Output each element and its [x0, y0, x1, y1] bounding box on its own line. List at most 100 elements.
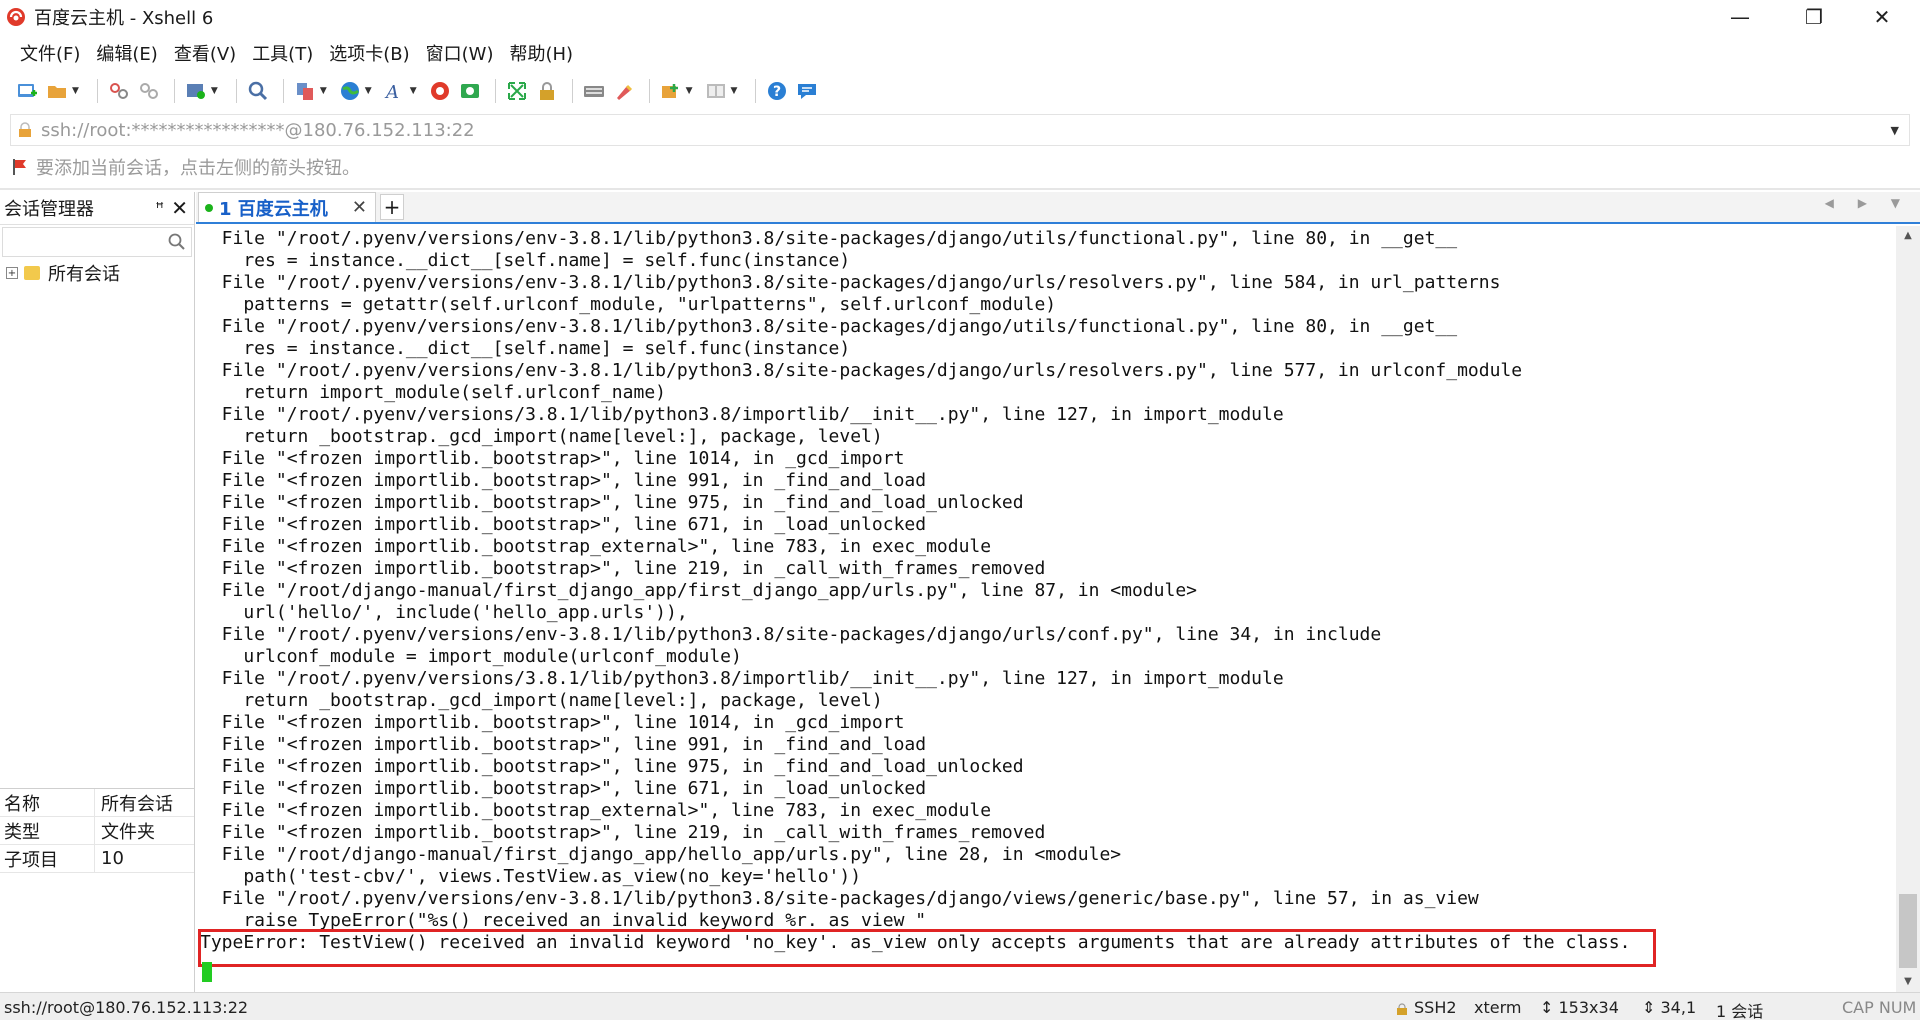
hint-bar: 要添加当前会话，点击左侧的箭头按钮。 — [10, 152, 360, 182]
help-icon[interactable]: ? — [764, 78, 790, 104]
terminal-line: File "/root/.pyenv/versions/3.8.1/lib/py… — [200, 404, 1284, 425]
tab-session-1[interactable]: 1 百度云主机 ✕ — [198, 192, 376, 222]
tab-strip: 1 百度云主机 ✕ + ◀ ▶ ▼ — [196, 192, 1920, 224]
layout-icon[interactable] — [703, 78, 729, 104]
lock-icon — [19, 122, 31, 137]
status-cursor-pos: ⇕ 34,1 — [1642, 998, 1696, 1017]
menu-bar: 文件(F) 编辑(E) 查看(V) 工具(T) 选项卡(B) 窗口(W) 帮助(… — [0, 36, 1920, 70]
minimize-button[interactable]: — — [1710, 0, 1770, 34]
terminal-line: File "/root/.pyenv/versions/env-3.8.1/li… — [200, 360, 1523, 381]
globe-icon[interactable] — [337, 78, 363, 104]
chat-icon[interactable] — [794, 78, 820, 104]
compose-dropdown-icon[interactable]: ▼ — [686, 86, 693, 96]
new-tab-button[interactable]: + — [380, 194, 404, 220]
terminal-line: File "/root/.pyenv/versions/env-3.8.1/li… — [200, 228, 1458, 249]
pin-icon[interactable]: ꟸ — [155, 199, 164, 217]
properties-table: 名称 所有会话 类型 文件夹 子项目 10 — [0, 788, 194, 873]
font-dropdown-icon[interactable]: ▼ — [410, 86, 417, 96]
properties-icon[interactable] — [183, 78, 209, 104]
terminal-line: File "<frozen importlib._bootstrap>", li… — [200, 514, 927, 535]
connected-status-icon — [205, 203, 213, 212]
address-bar[interactable]: ssh://root:*****************@180.76.152.… — [10, 114, 1910, 146]
ssh-lock-icon — [1397, 1002, 1407, 1015]
title-bar: 百度云主机 - Xshell 6 — ❐ ✕ — [0, 0, 1920, 34]
terminal-line: File "/root/.pyenv/versions/env-3.8.1/li… — [200, 272, 1501, 293]
scroll-thumb[interactable] — [1899, 894, 1917, 968]
hint-text: 要添加当前会话，点击左侧的箭头按钮。 — [36, 158, 360, 179]
terminal-line: return import_module(self.urlconf_name) — [200, 382, 666, 403]
search-icon[interactable] — [167, 232, 187, 252]
terminal-line: File "<frozen importlib._bootstrap>", li… — [200, 712, 905, 733]
close-panel-button[interactable]: ✕ — [171, 196, 188, 220]
status-cursor-label: 34,1 — [1660, 998, 1697, 1017]
keyboard-icon[interactable] — [581, 78, 607, 104]
session-manager-panel: 会话管理器 ꟸ ✕ + 所有会话 名称 所有会话 类型 文件夹 子项目 10 — [0, 192, 195, 992]
menu-file[interactable]: 文件(F) — [12, 40, 88, 66]
cursor-pos-icon: ⇕ — [1642, 998, 1661, 1017]
xmanager-icon[interactable] — [457, 78, 483, 104]
toolbar-separator — [173, 79, 175, 103]
open-folder-icon[interactable] — [44, 78, 70, 104]
status-terminal-type: xterm — [1474, 998, 1522, 1017]
connect-icon[interactable] — [106, 78, 132, 104]
toolbar: ▼ ▼ ▼ ▼ A ▼ ▼ ▼ ? — [0, 74, 1920, 108]
property-row: 类型 文件夹 — [0, 817, 194, 845]
menu-edit[interactable]: 编辑(E) — [88, 40, 165, 66]
scroll-down-icon[interactable]: ▼ — [1896, 972, 1920, 992]
terminal-line: File "<frozen importlib._bootstrap>", li… — [200, 778, 927, 799]
terminal-line: path('test-cbv/', views.TestView.as_view… — [200, 866, 862, 887]
lock-icon[interactable] — [534, 78, 560, 104]
terminal-line: File "<frozen importlib._bootstrap>", li… — [200, 756, 1024, 777]
new-session-icon[interactable] — [14, 78, 40, 104]
terminal-line: return _bootstrap._gcd_import(name[level… — [200, 690, 883, 711]
scroll-up-icon[interactable]: ▲ — [1896, 226, 1920, 246]
menu-help[interactable]: 帮助(H) — [501, 40, 581, 66]
menu-tools[interactable]: 工具(T) — [244, 40, 321, 66]
menu-view[interactable]: 查看(V) — [166, 40, 244, 66]
terminal-line: File "/root/django-manual/first_django_a… — [200, 580, 1197, 601]
expand-icon[interactable]: + — [6, 267, 18, 279]
property-key: 类型 — [0, 817, 95, 844]
tab-navigation-icons[interactable]: ◀ ▶ ▼ — [1825, 196, 1910, 210]
open-dropdown-icon[interactable]: ▼ — [72, 86, 79, 96]
properties-dropdown-icon[interactable]: ▼ — [211, 86, 218, 96]
toolbar-separator — [235, 79, 237, 103]
layout-dropdown-icon[interactable]: ▼ — [731, 86, 738, 96]
tree-item-label: 所有会话 — [48, 264, 120, 285]
status-protocol-label: SSH2 — [1414, 998, 1457, 1017]
highlight-icon[interactable] — [611, 78, 637, 104]
tab-close-button[interactable]: ✕ — [352, 197, 367, 218]
add-session-arrow-icon[interactable] — [10, 157, 30, 177]
tree-item-all-sessions[interactable]: + 所有会话 — [0, 259, 194, 287]
toolbar-separator — [96, 79, 98, 103]
terminal-output[interactable]: TypeError: TestView() received an invali… — [196, 226, 1896, 992]
terminal-line: urlconf_module = import_module(urlconf_m… — [200, 646, 742, 667]
terminal-line: File "<frozen importlib._bootstrap>", li… — [200, 558, 1046, 579]
toolbar-separator — [494, 79, 496, 103]
copy-dropdown-icon[interactable]: ▼ — [320, 86, 327, 96]
xftp-icon[interactable] — [427, 78, 453, 104]
status-connection: ssh://root@180.76.152.113:22 — [4, 998, 249, 1017]
maximize-button[interactable]: ❐ — [1784, 0, 1844, 34]
fullscreen-icon[interactable] — [504, 78, 530, 104]
font-icon[interactable]: A — [382, 78, 408, 104]
status-size-label: 153x34 — [1558, 998, 1619, 1017]
toolbar-separator — [755, 79, 757, 103]
find-icon[interactable] — [245, 78, 271, 104]
menu-window[interactable]: 窗口(W) — [418, 40, 502, 66]
globe-dropdown-icon[interactable]: ▼ — [365, 86, 372, 96]
address-input[interactable]: ssh://root:*****************@180.76.152.… — [41, 120, 475, 141]
toolbar-separator — [282, 79, 284, 103]
disconnect-icon[interactable] — [136, 78, 162, 104]
address-dropdown-icon[interactable]: ▼ — [1891, 124, 1899, 137]
compose-icon[interactable] — [658, 78, 684, 104]
close-window-button[interactable]: ✕ — [1852, 0, 1912, 34]
terminal-line: url('hello/', include('hello_app.urls'))… — [200, 602, 688, 623]
session-search-input[interactable] — [2, 227, 192, 257]
menu-tabs[interactable]: 选项卡(B) — [321, 40, 417, 66]
toolbar-separator — [648, 79, 650, 103]
property-key: 子项目 — [0, 845, 95, 872]
terminal-line: File "<frozen importlib._bootstrap>", li… — [200, 448, 905, 469]
terminal-scrollbar[interactable]: ▲ ▼ — [1896, 226, 1920, 992]
copy-paste-icon[interactable] — [292, 78, 318, 104]
